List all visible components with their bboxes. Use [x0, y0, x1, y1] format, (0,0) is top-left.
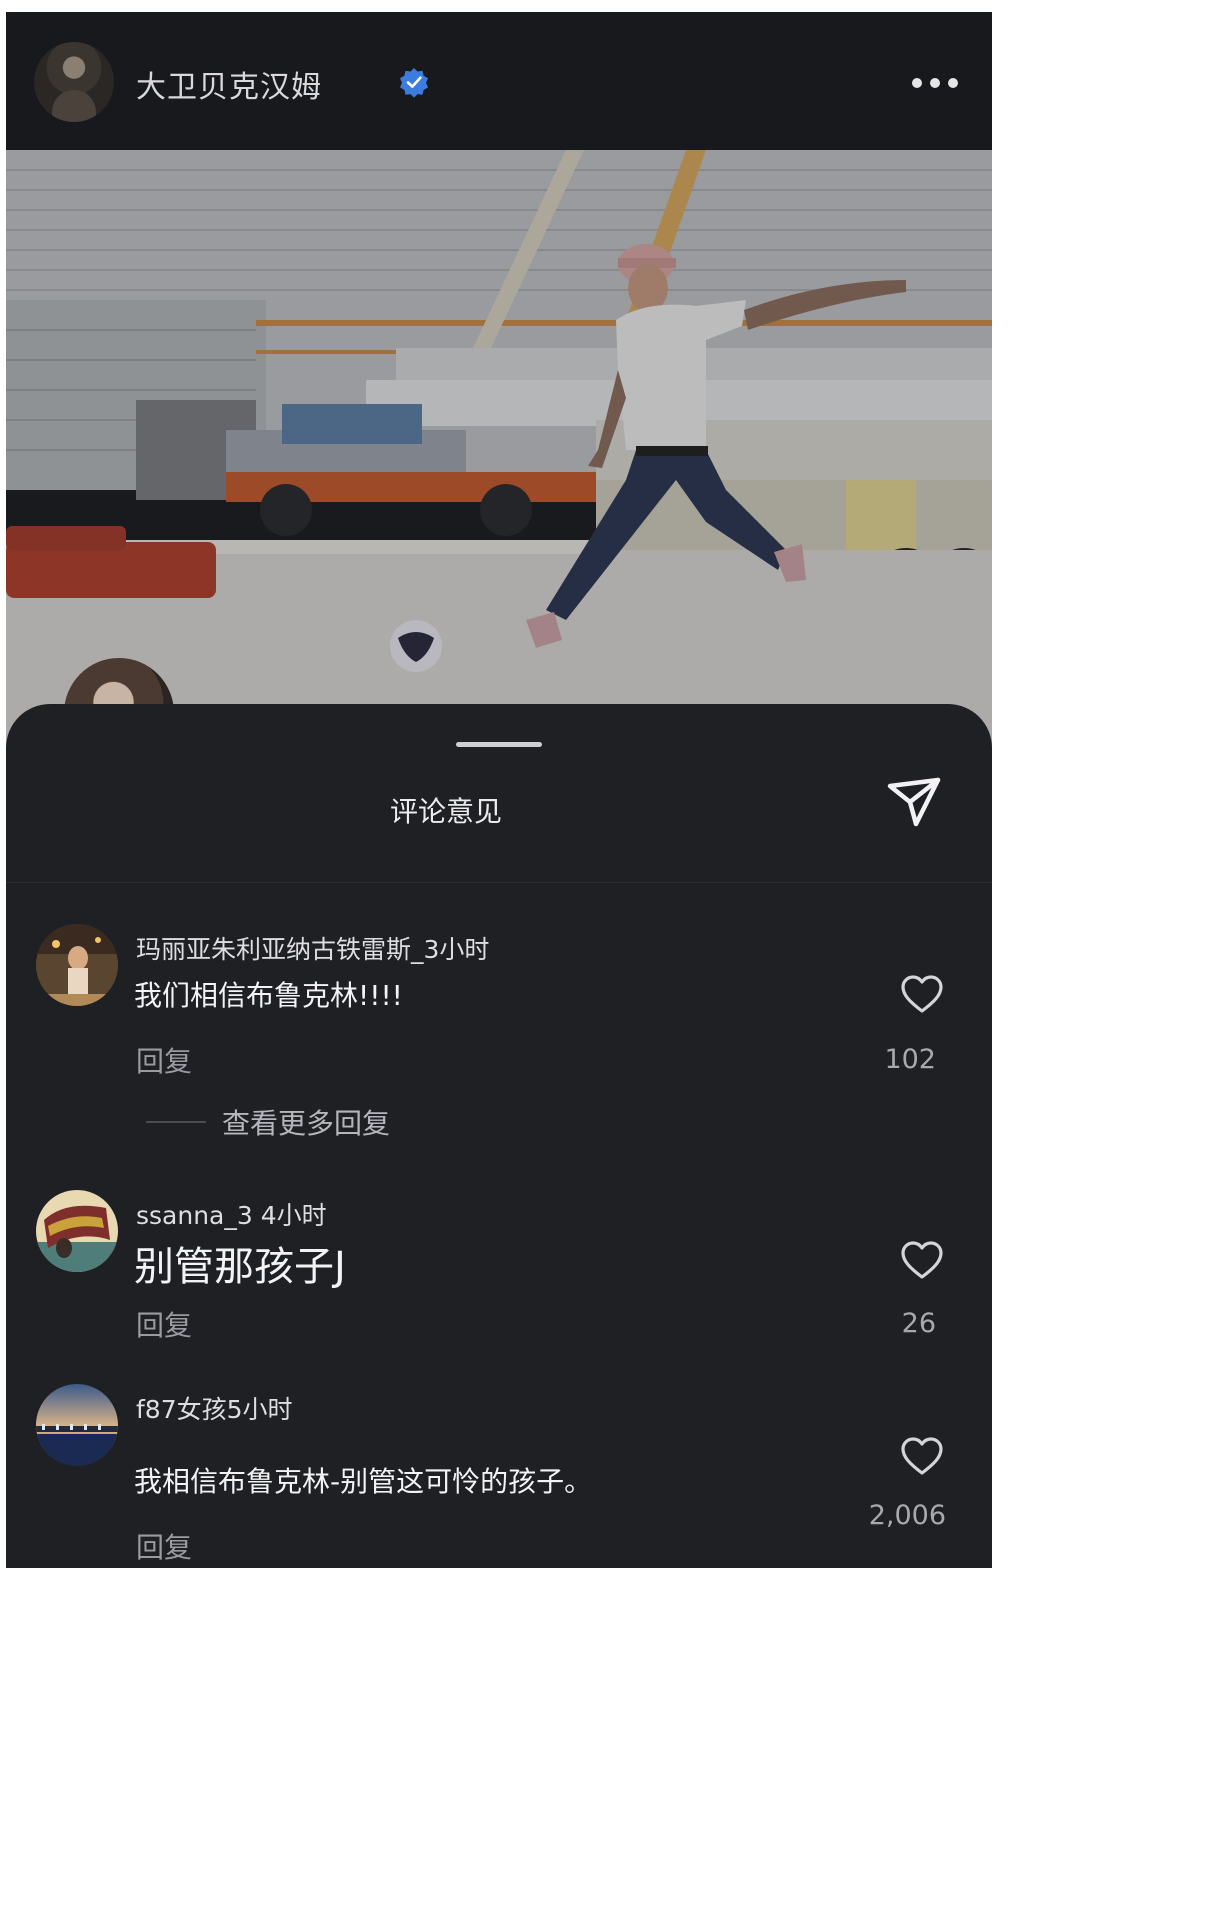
- commenter-avatar[interactable]: [36, 1384, 118, 1466]
- comment-meta: ssanna_3 4小时: [136, 1201, 327, 1230]
- like-count: 2,006: [868, 1500, 946, 1531]
- comment-meta: f87女孩5小时: [136, 1395, 293, 1424]
- paper-plane-icon[interactable]: [884, 774, 944, 830]
- view-more-replies[interactable]: 查看更多回复: [146, 1102, 390, 1142]
- comment-meta: 玛丽亚朱利亚纳古铁雷斯_3小时: [136, 935, 490, 964]
- comments-sheet: 评论意见 玛丽亚朱利亚纳古铁雷斯_3小时 我们相信布鲁克林!!!! 回复 102…: [6, 704, 992, 1568]
- reply-button[interactable]: 回复: [136, 1304, 192, 1344]
- post-photo[interactable]: [6, 150, 992, 750]
- view-more-line: [146, 1121, 206, 1123]
- view-more-label: 查看更多回复: [222, 1107, 391, 1140]
- sheet-grabber-handle[interactable]: [456, 742, 542, 747]
- verified-badge-icon: [400, 68, 428, 98]
- comment-text: 我们相信布鲁克林!!!!: [134, 979, 403, 1012]
- like-heart-icon[interactable]: [900, 1436, 944, 1476]
- commenter-avatar[interactable]: [36, 924, 118, 1006]
- like-heart-icon[interactable]: [900, 1240, 944, 1280]
- sheet-divider: [6, 882, 992, 883]
- reply-button[interactable]: 回复: [136, 1526, 192, 1566]
- like-heart-icon[interactable]: [900, 974, 944, 1014]
- author-name[interactable]: 大卫贝克汉姆: [136, 62, 322, 106]
- comment-text: 我相信布鲁克林-别管这可怜的孩子。: [134, 1465, 593, 1498]
- post-header: 大卫贝克汉姆: [6, 12, 992, 150]
- comment-text: 别管那孩子J: [134, 1244, 346, 1290]
- author-avatar[interactable]: [34, 42, 114, 122]
- like-count: 26: [901, 1308, 936, 1339]
- sheet-title: 评论意见: [390, 795, 503, 828]
- commenter-avatar[interactable]: [36, 1190, 118, 1272]
- like-count: 102: [884, 1044, 936, 1075]
- reply-button[interactable]: 回复: [136, 1040, 192, 1080]
- more-horizontal-icon[interactable]: [912, 78, 958, 90]
- photo-dim-overlay: [6, 150, 992, 750]
- app-frame: 大卫贝克汉姆 评论意见 玛丽亚朱利亚纳古铁雷斯_3小时 我们相信布鲁克林!!!!…: [6, 12, 992, 1568]
